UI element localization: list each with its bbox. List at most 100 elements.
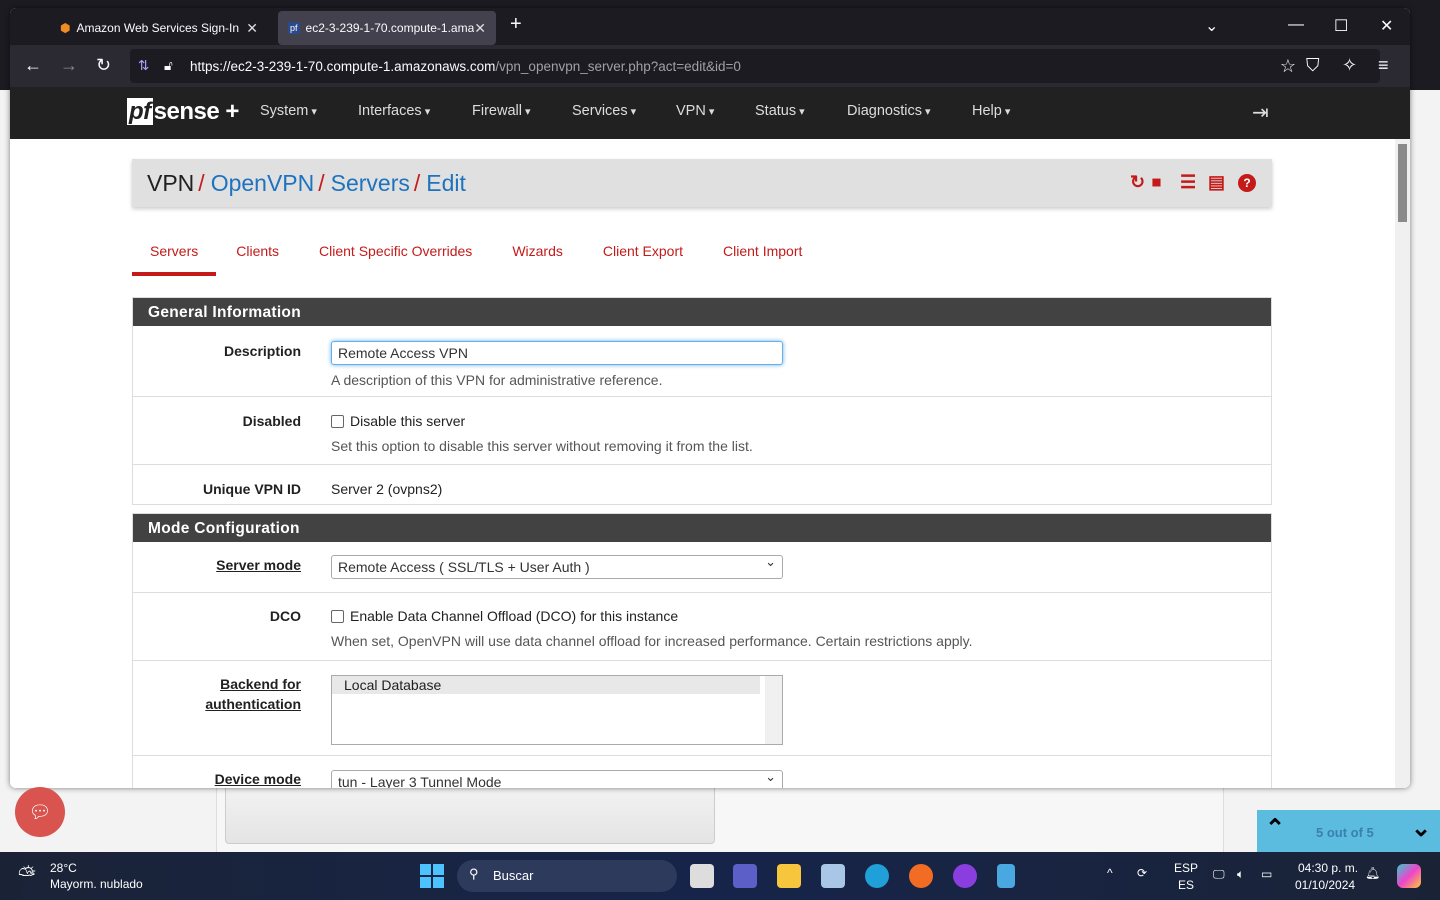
breadcrumb-servers[interactable]: Servers	[331, 170, 410, 197]
close-tab-icon[interactable]: ✕	[246, 20, 258, 37]
tab-client-specific-overrides[interactable]: Client Specific Overrides	[299, 239, 492, 276]
menu-diagnostics[interactable]: Diagnostics	[847, 103, 931, 119]
notepad-icon[interactable]	[997, 864, 1015, 888]
disable-server-checkbox[interactable]: Disable this server	[331, 413, 465, 429]
url-host: https://ec2-3-239-1-70.compute-1.amazona…	[190, 58, 496, 74]
breadcrumb-edit[interactable]: Edit	[426, 170, 466, 197]
breadcrumb: VPN / OpenVPN / Servers / Edit ↻ ⏹︎ ☰ ▤ ?	[132, 159, 1272, 207]
minimize-icon[interactable]: —	[1288, 16, 1304, 34]
selected-value: Remote Access ( SSL/TLS + User Auth )	[338, 559, 590, 575]
network-icon[interactable]: 🖵︎	[1213, 867, 1225, 882]
vpn-id-value: Server 2 (ovpns2)	[331, 481, 443, 497]
new-tab-icon[interactable]: +	[510, 13, 522, 36]
language-secondary[interactable]: ES	[1178, 878, 1194, 892]
menu-firewall[interactable]: Firewall	[472, 103, 531, 119]
tor-browser-icon[interactable]	[953, 864, 977, 888]
maximize-icon[interactable]: ☐	[1334, 16, 1348, 36]
back-icon[interactable]: ←	[24, 55, 42, 76]
help-icon[interactable]: ?	[1238, 174, 1256, 192]
backend-listbox[interactable]: Local Database	[331, 675, 783, 745]
weather-icon: ⛅︎	[18, 862, 36, 887]
url-input[interactable]: ⇅ 🔓︎ https://ec2-3-239-1-70.compute-1.am…	[130, 49, 1380, 83]
dco-checkbox[interactable]: Enable Data Channel Offload (DCO) for th…	[331, 608, 678, 624]
log-list-icon[interactable]: ▤	[1208, 172, 1225, 193]
copilot-icon[interactable]	[1397, 864, 1421, 888]
tab-pfsense[interactable]: pf ec2-3-239-1-70.compute-1.ama ✕	[278, 11, 496, 45]
file-explorer-icon[interactable]	[777, 864, 801, 888]
page-scrollbar[interactable]	[1395, 139, 1410, 788]
firefox-icon[interactable]	[909, 864, 933, 888]
task-view-icon[interactable]	[690, 864, 714, 888]
close-window-icon[interactable]: ✕	[1380, 16, 1393, 36]
battery-icon[interactable]: ▭	[1261, 867, 1272, 881]
forward-icon[interactable]: →	[60, 55, 78, 76]
clock-time[interactable]: 04:30 p. m.	[1298, 861, 1358, 875]
restart-service-icon[interactable]: ↻	[1130, 172, 1145, 193]
language-primary[interactable]: ESP	[1174, 861, 1198, 875]
clock-date[interactable]: 01/10/2024	[1295, 878, 1355, 892]
volume-icon[interactable]: 🔈︎	[1237, 867, 1244, 882]
page-content: VPN / OpenVPN / Servers / Edit ↻ ⏹︎ ☰ ▤ ? S…	[10, 139, 1395, 788]
menu-status[interactable]: Status	[755, 103, 805, 119]
find-previous-icon[interactable]: ⌃	[1265, 814, 1285, 843]
weather-temp[interactable]: 28°C	[50, 861, 77, 875]
device-mode-label[interactable]: Device mode	[215, 771, 301, 787]
permissions-icon[interactable]: ⇅	[138, 58, 149, 74]
disabled-label: Disabled	[242, 413, 301, 429]
tab-title: Amazon Web Services Sign-In	[76, 21, 239, 35]
server-mode-label[interactable]: Server mode	[216, 557, 301, 573]
tab-aws[interactable]: ⬢ Amazon Web Services Sign-In ✕	[50, 11, 268, 45]
bookmark-star-icon[interactable]: ☆	[1280, 56, 1296, 77]
device-mode-select[interactable]: tun - Layer 3 Tunnel Mode	[331, 769, 783, 788]
resource-monitor-icon[interactable]	[821, 864, 845, 888]
selected-value: tun - Layer 3 Tunnel Mode	[338, 774, 502, 788]
backend-label-2[interactable]: authentication	[205, 696, 301, 712]
search-box[interactable]: ⚲ Buscar	[457, 860, 677, 892]
shield-icon[interactable]: ⛉	[1306, 55, 1320, 76]
description-label: Description	[223, 343, 301, 359]
status-graph-icon[interactable]: ☰	[1180, 172, 1196, 193]
chat-bubble-button[interactable]: 💬︎	[15, 787, 65, 837]
reload-icon[interactable]: ↻	[96, 55, 111, 76]
description-input[interactable]	[331, 341, 783, 365]
menu-help[interactable]: Help	[972, 103, 1010, 119]
close-tab-icon[interactable]: ✕	[474, 20, 486, 37]
pfsense-logo[interactable]: pf sense +	[127, 98, 239, 126]
logout-icon[interactable]: ⇥	[1252, 100, 1269, 125]
find-next-icon[interactable]: ⌄	[1411, 814, 1431, 843]
extensions-icon[interactable]: ✧	[1342, 55, 1357, 76]
tab-clients[interactable]: Clients	[216, 239, 299, 276]
menu-vpn[interactable]: VPN	[676, 103, 714, 119]
backend-option-local-database[interactable]: Local Database	[332, 676, 760, 694]
stop-service-icon[interactable]: ⏹︎	[1152, 172, 1161, 193]
menu-system[interactable]: System	[260, 103, 317, 119]
tab-servers[interactable]: Servers	[132, 239, 217, 276]
menu-interfaces[interactable]: Interfaces	[358, 103, 430, 119]
tab-client-export[interactable]: Client Export	[583, 239, 703, 276]
tab-client-import[interactable]: Client Import	[703, 239, 822, 276]
backend-label[interactable]: Backend for	[220, 676, 301, 692]
server-mode-select[interactable]: Remote Access ( SSL/TLS + User Auth )	[331, 554, 783, 579]
sync-icon[interactable]: ⟳	[1137, 866, 1147, 880]
find-bar: ⌃ 5 out of 5 ⌄	[1257, 810, 1440, 852]
tray-chevron-icon[interactable]: ^	[1107, 866, 1113, 880]
tab-list-icon[interactable]: ⌄	[1205, 16, 1218, 36]
tab-wizards[interactable]: Wizards	[492, 239, 583, 276]
breadcrumb-openvpn[interactable]: OpenVPN	[211, 170, 315, 197]
start-icon[interactable]	[420, 864, 444, 888]
teams-icon[interactable]	[733, 864, 757, 888]
find-count: 5 out of 5	[1316, 825, 1374, 840]
description-help: A description of this VPN for administra…	[331, 372, 663, 388]
navigation-bar: ← → ↻ ⇅ 🔓︎ https://ec2-3-239-1-70.comput…	[10, 45, 1410, 87]
pfsense-navbar: pfsense + System Interfaces Firewall Ser…	[10, 87, 1410, 139]
listbox-scrollbar[interactable]	[765, 676, 782, 744]
edge-icon[interactable]	[865, 864, 889, 888]
tab-bar: ⬢ Amazon Web Services Sign-In ✕ pf ec2-3-23…	[10, 8, 1410, 45]
weather-desc[interactable]: Mayorm. nublado	[50, 877, 143, 891]
aws-icon: ⬢	[60, 21, 71, 35]
insecure-lock-icon[interactable]: 🔓︎	[164, 58, 173, 74]
menu-icon[interactable]: ≡	[1378, 55, 1389, 76]
dco-label: DCO	[269, 608, 301, 624]
notification-bell-icon[interactable]: 🔔︎	[1365, 866, 1380, 880]
menu-services[interactable]: Services	[572, 103, 636, 119]
